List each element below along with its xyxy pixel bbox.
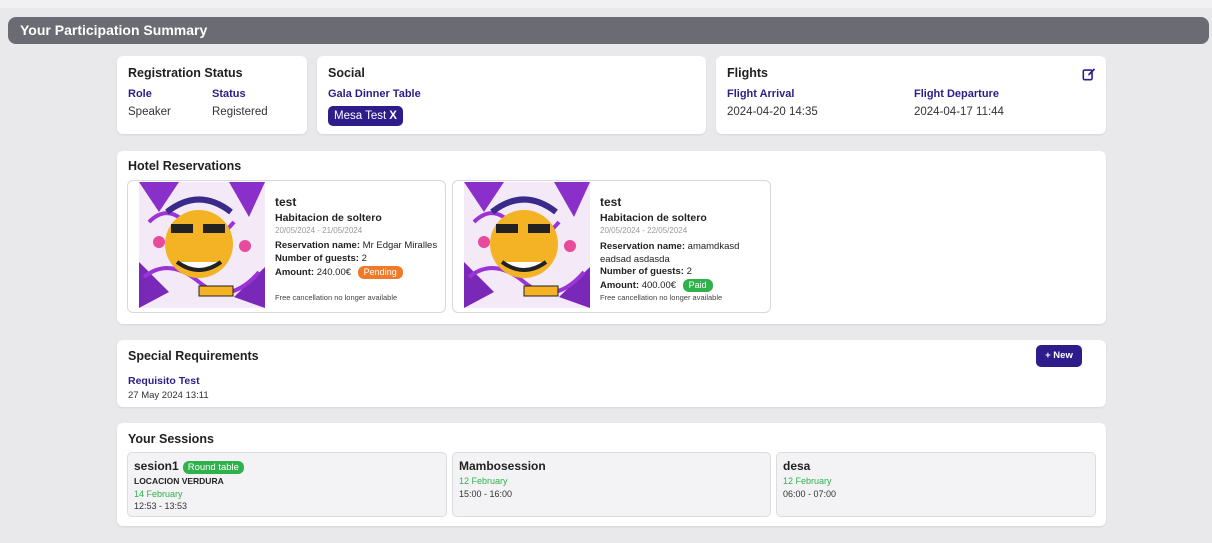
session-time: 06:00 - 07:00 — [783, 489, 837, 499]
edit-icon[interactable] — [1082, 67, 1096, 81]
requirement-title[interactable]: Requisito Test — [128, 375, 200, 387]
flight-departure-value: 2024-04-17 11:44 — [914, 106, 1004, 118]
special-requirements-title: Special Requirements — [128, 349, 259, 363]
social-card: Social Gala Dinner Table Mesa Test X — [317, 56, 706, 134]
cancellation-note: Free cancellation no longer available — [275, 293, 398, 302]
session-name: desa — [783, 459, 811, 473]
guests-value: 2 — [686, 266, 692, 277]
amount-value: 240.00€ — [316, 267, 352, 278]
room-type: Habitacion de soltero — [275, 212, 382, 224]
hotel-reservations-title: Hotel Reservations — [128, 159, 242, 173]
status-badge: Pending — [357, 266, 403, 279]
session-date: 12 February — [783, 476, 832, 486]
page-title: Your Participation Summary — [8, 17, 1209, 44]
session-name: Mambosession — [459, 459, 546, 473]
hotel-image — [464, 182, 590, 308]
reservation-dates: 20/05/2024 - 21/05/2024 — [275, 226, 363, 235]
reservation-name-line: Reservation name: Mr Edgar Miralles — [275, 240, 437, 251]
reservation-name-label: Reservation name: — [600, 241, 686, 252]
new-requirement-button[interactable]: + New — [1036, 345, 1082, 367]
session-card[interactable]: desa 12 February 06:00 - 07:00 — [776, 452, 1096, 517]
guests-label: Number of guests: — [600, 266, 684, 277]
chip-remove-button[interactable]: X — [389, 110, 397, 122]
session-time: 15:00 - 16:00 — [459, 489, 513, 499]
reservation-name-line: Reservation name: amamdkasd eadsad asdas… — [600, 240, 760, 266]
guests-line: Number of guests: 2 — [600, 266, 692, 277]
guests-line: Number of guests: 2 — [275, 253, 367, 264]
registration-status-card: Registration Status Role Status Speaker … — [117, 56, 307, 134]
requirement-date: 27 May 2024 13:11 — [128, 390, 209, 401]
flights-title: Flights — [727, 66, 768, 80]
cancellation-note: Free cancellation no longer available — [600, 293, 723, 302]
reservation-name-label: Reservation name: — [275, 240, 361, 251]
flight-arrival-value: 2024-04-20 14:35 — [727, 106, 818, 118]
table-chip: Mesa Test X — [328, 106, 403, 126]
registration-status-title: Registration Status — [128, 66, 243, 80]
social-title: Social — [328, 66, 365, 80]
role-value: Speaker — [128, 106, 171, 118]
hotel-image — [139, 182, 265, 308]
gala-dinner-label: Gala Dinner Table — [328, 88, 421, 100]
top-strip — [0, 0, 1212, 8]
table-chip-label: Mesa Test — [334, 110, 387, 122]
room-type: Habitacion de soltero — [600, 212, 707, 224]
reservation-dates: 20/05/2024 - 22/05/2024 — [600, 226, 688, 235]
session-name: sesion1 — [134, 459, 179, 473]
hotel-reservations-card: Hotel Reservations test Habitacion de so… — [117, 151, 1106, 324]
guests-value: 2 — [361, 253, 367, 264]
flight-arrival-label: Flight Arrival — [727, 88, 795, 100]
session-date: 12 February — [459, 476, 508, 486]
session-time: 12:53 - 13:53 — [134, 501, 188, 511]
hotel-name: test — [275, 195, 297, 209]
status-value: Registered — [212, 106, 268, 118]
hotel-name: test — [600, 195, 622, 209]
status-label: Status — [212, 88, 246, 100]
reservation-name: Mr Edgar Miralles — [362, 240, 438, 251]
amount-label: Amount: — [600, 280, 640, 291]
special-requirements-card: Special Requirements Requisito Test 27 M… — [117, 340, 1106, 407]
session-name-line: sesion1 Round table — [134, 459, 244, 474]
amount-line: Amount: 240.00€ Pending — [275, 266, 403, 279]
flights-card: Flights Flight Arrival Flight Departure … — [716, 56, 1106, 134]
flight-departure-label: Flight Departure — [914, 88, 999, 100]
session-date: 14 February — [134, 489, 183, 499]
reservation-card[interactable]: test Habitacion de soltero 20/05/2024 - … — [452, 180, 771, 313]
reservation-card[interactable]: test Habitacion de soltero 20/05/2024 - … — [127, 180, 446, 313]
status-badge: Paid — [682, 279, 713, 292]
session-location: LOCACION VERDURA — [134, 476, 224, 486]
amount-line: Amount: 400.00€ Paid — [600, 279, 713, 292]
guests-label: Number of guests: — [275, 253, 359, 264]
amount-label: Amount: — [275, 267, 315, 278]
session-card[interactable]: Mambosession 12 February 15:00 - 16:00 — [452, 452, 771, 517]
session-card[interactable]: sesion1 Round table LOCACION VERDURA 14 F… — [127, 452, 447, 517]
amount-value: 400.00€ — [641, 280, 677, 291]
your-sessions-title: Your Sessions — [128, 432, 214, 446]
role-label: Role — [128, 88, 152, 100]
session-type-badge: Round table — [182, 461, 244, 474]
